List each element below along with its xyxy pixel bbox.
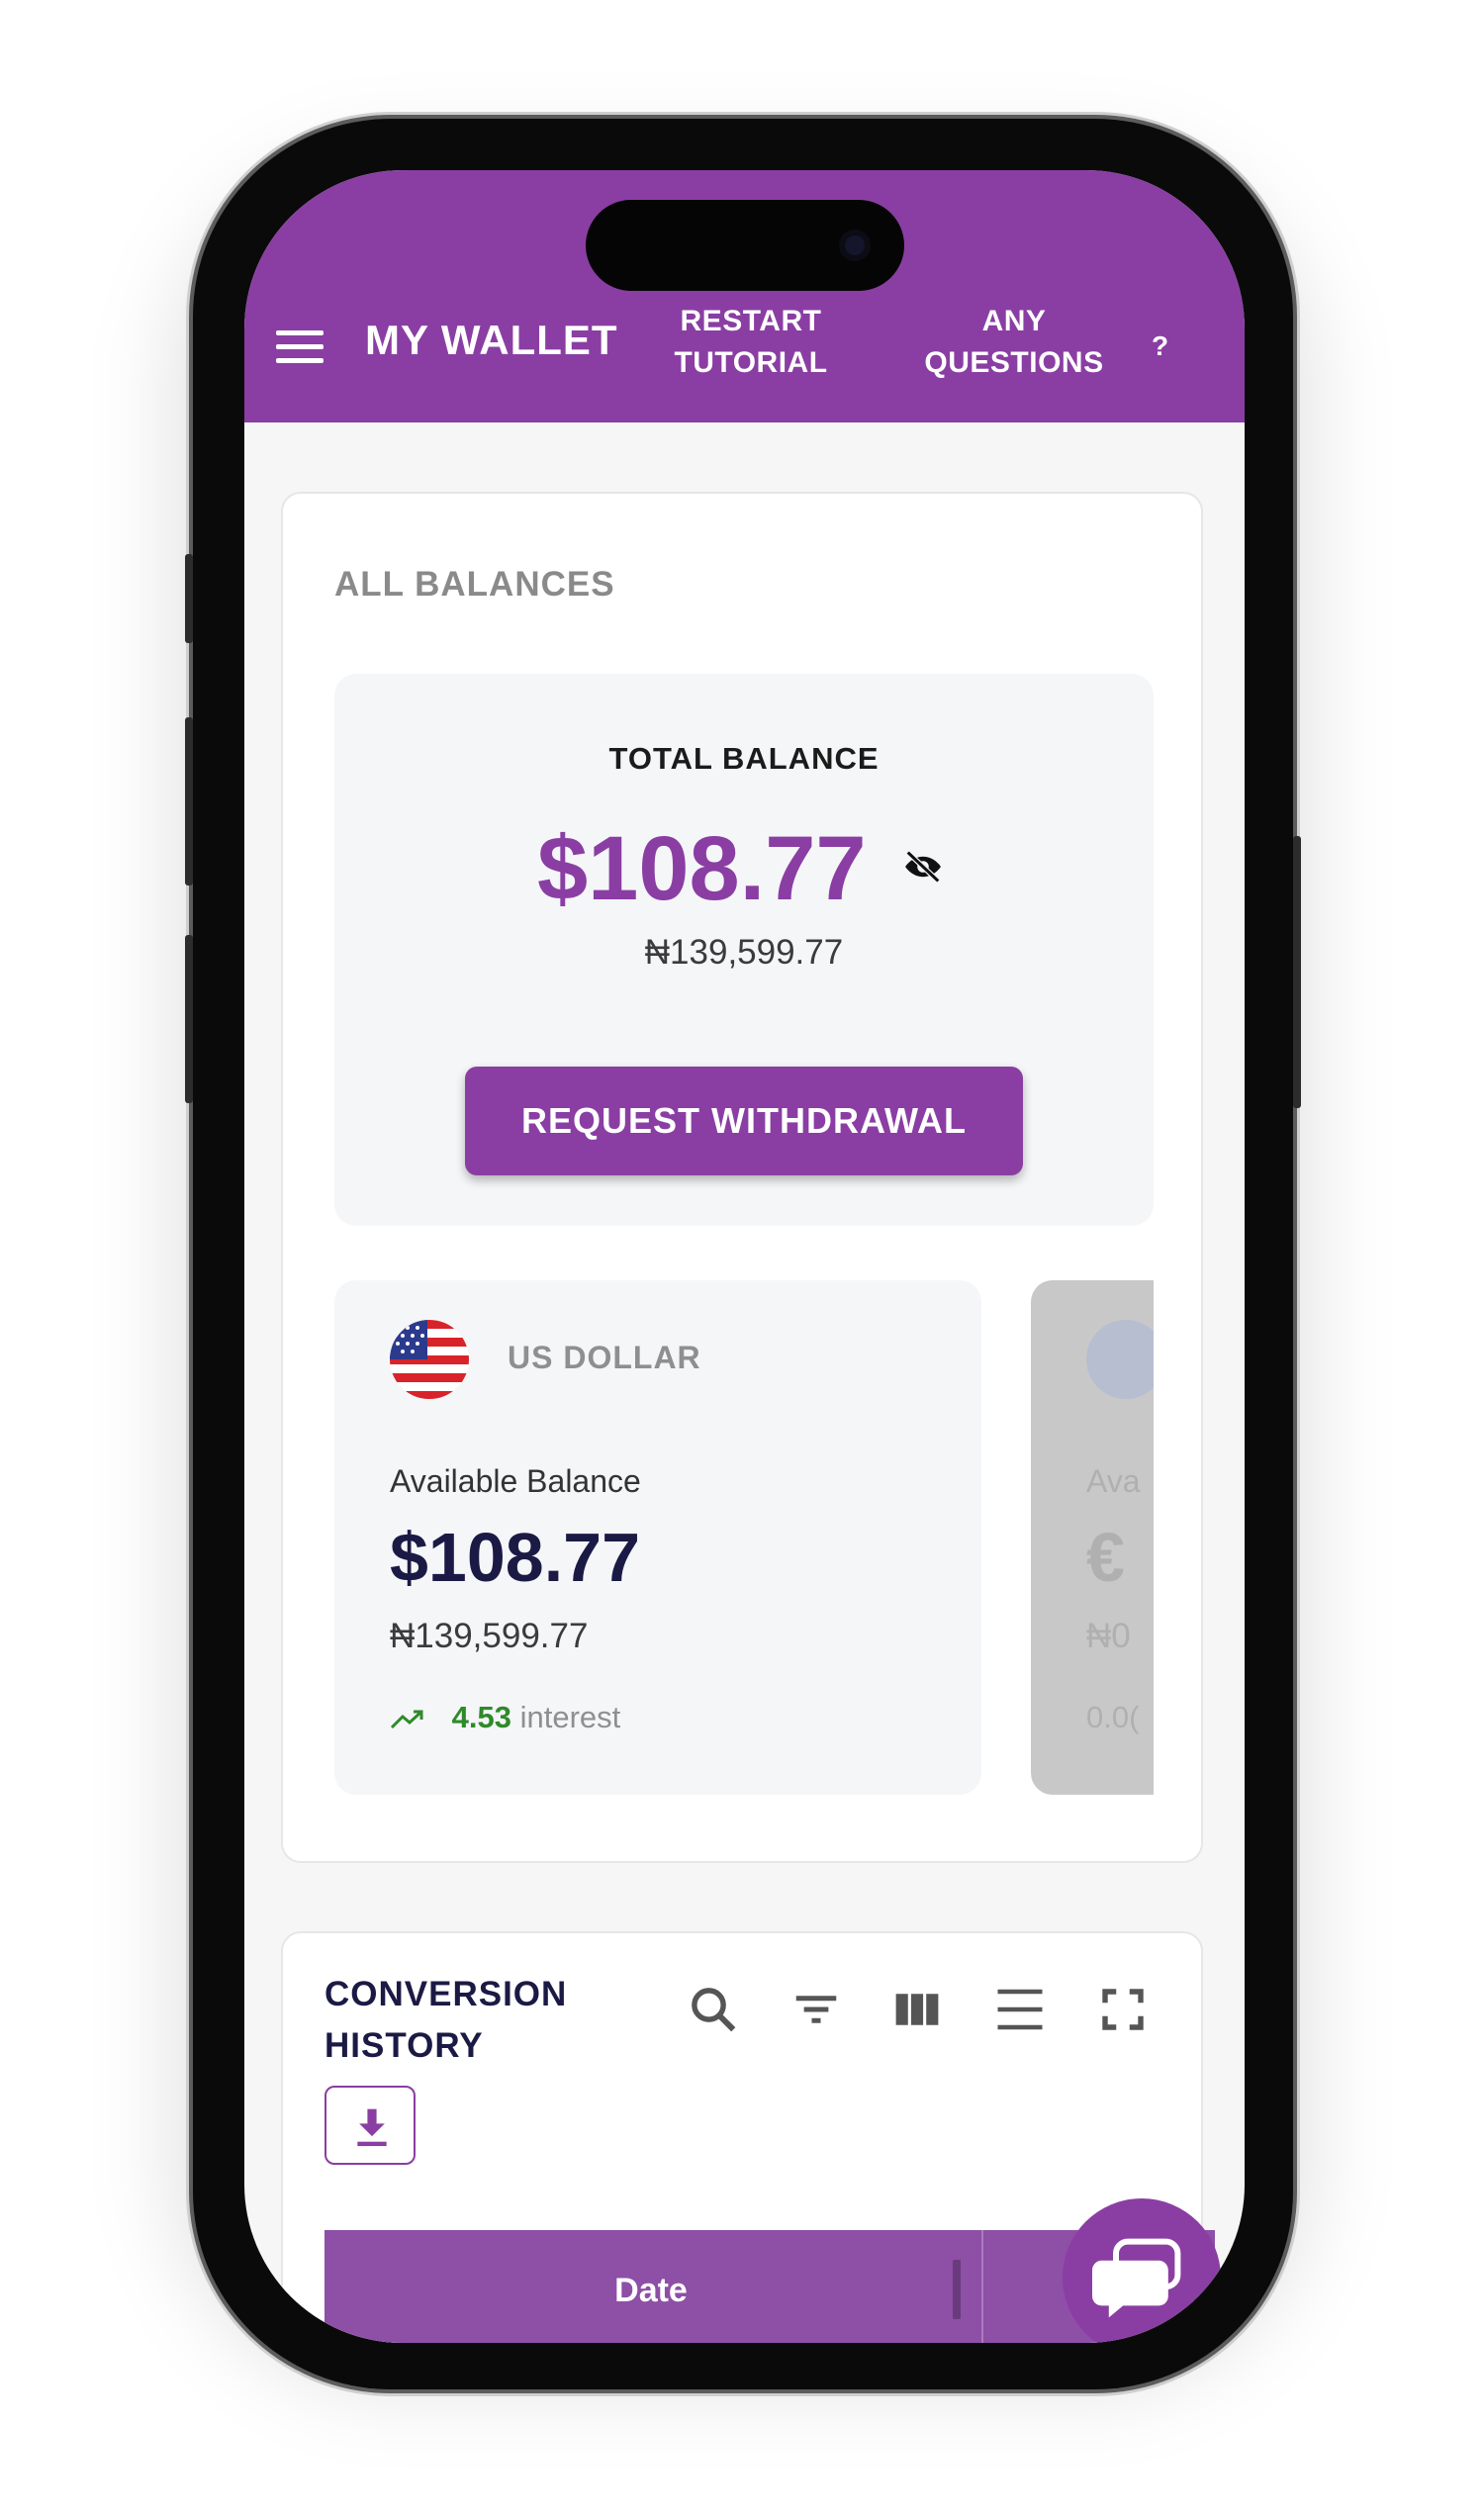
- total-balance-naira: ₦139,599.77: [644, 933, 844, 972]
- currency-name: US DOLLAR: [508, 1340, 701, 1375]
- any-questions-button[interactable]: ANY QUESTIONS: [915, 301, 1113, 384]
- all-balances-card: ALL BALANCES TOTAL BALANCE $108.77 ₦139,…: [281, 492, 1203, 1863]
- column-header-date[interactable]: Date: [325, 2272, 977, 2310]
- total-balance-label: TOTAL BALANCE: [608, 741, 880, 776]
- fullscreen-icon[interactable]: [1096, 1983, 1150, 2036]
- interest-value: 4.53: [451, 1700, 511, 1734]
- request-withdrawal-button[interactable]: REQUEST WITHDRAWAL: [465, 1067, 1023, 1175]
- page-title: MY WALLET: [365, 317, 618, 363]
- chat-bubble-icon: [1092, 2238, 1181, 2318]
- filter-icon[interactable]: [789, 1983, 843, 2036]
- phone-volume-down-button: [185, 935, 193, 1103]
- conversion-history-title: CONVERSION HISTORY: [325, 1975, 568, 2065]
- chat-button[interactable]: [1063, 2198, 1221, 2343]
- euro-available-naira: ₦0: [1086, 1617, 1131, 1655]
- total-balance-panel: TOTAL BALANCE $108.77 ₦139,599.77 REQUES…: [334, 674, 1154, 1226]
- euro-available-amount: €: [1086, 1519, 1125, 1596]
- phone-volume-up-button: [185, 717, 193, 886]
- us-flag-icon: [390, 1320, 469, 1399]
- column-resize-handle[interactable]: [953, 2260, 961, 2319]
- total-balance-amount: $108.77: [537, 818, 867, 919]
- eye-off-icon[interactable]: [902, 850, 944, 884]
- hamburger-menu-icon[interactable]: [276, 330, 324, 364]
- help-icon[interactable]: ?: [1152, 330, 1168, 362]
- all-balances-title: ALL BALANCES: [334, 565, 615, 604]
- camera-lens: [839, 230, 871, 261]
- column-divider: [981, 2230, 983, 2343]
- phone-action-button: [185, 554, 193, 643]
- available-balance-amount: $108.77: [390, 1519, 641, 1596]
- euro-interest: 0.0(: [1086, 1700, 1140, 1734]
- eu-flag-icon: [1086, 1320, 1154, 1399]
- available-balance-label: Available Balance: [390, 1463, 641, 1499]
- interest-row: 4.53 interest: [390, 1700, 620, 1735]
- download-button[interactable]: [325, 2086, 416, 2165]
- columns-icon[interactable]: [890, 1983, 944, 2036]
- us-dollar-card[interactable]: US DOLLAR Available Balance $108.77 ₦139…: [334, 1280, 981, 1795]
- interest-label: interest: [519, 1700, 621, 1734]
- euro-card[interactable]: Ava € ₦0 0.0(: [1031, 1280, 1154, 1795]
- restart-tutorial-button[interactable]: RESTART TUTORIAL: [672, 301, 830, 384]
- trending-up-icon: [390, 1710, 423, 1728]
- app-screen: MY WALLET RESTART TUTORIAL ANY QUESTIONS…: [244, 170, 1245, 2343]
- density-icon[interactable]: [993, 1983, 1047, 2036]
- available-balance-naira: ₦139,599.77: [390, 1617, 589, 1655]
- phone-power-button: [1293, 836, 1301, 1108]
- dynamic-island: [586, 200, 904, 291]
- download-icon: [357, 2108, 387, 2147]
- search-icon[interactable]: [687, 1983, 740, 2036]
- euro-available-label: Ava: [1086, 1463, 1141, 1499]
